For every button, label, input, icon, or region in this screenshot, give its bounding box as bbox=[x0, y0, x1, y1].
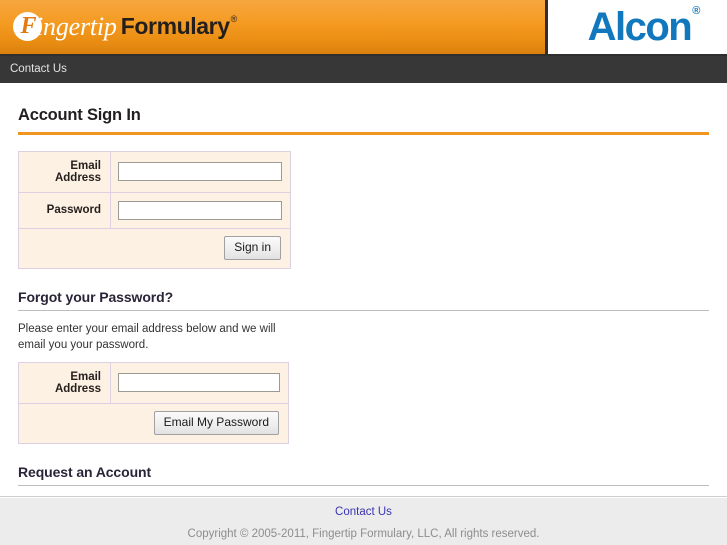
forgot-password-form: Email Address Email My Password bbox=[18, 361, 289, 444]
email-my-password-button[interactable]: Email My Password bbox=[153, 410, 279, 435]
page-root: F ingertip Formulary ® Alcon® Contact Us… bbox=[0, 0, 727, 545]
signin-password-input[interactable] bbox=[118, 200, 282, 220]
forgot-password-helper: Please enter your email address below an… bbox=[18, 322, 276, 351]
nav-item-contact-us[interactable]: Contact Us bbox=[0, 55, 77, 83]
logo-word-formulary: Formulary bbox=[120, 13, 230, 40]
signin-form: Email Address Password Sign in bbox=[18, 150, 291, 269]
logo-mark-letter: F bbox=[20, 12, 37, 39]
forgot-action-cell: Email My Password bbox=[18, 402, 289, 444]
sign-in-button[interactable]: Sign in bbox=[224, 235, 281, 260]
request-account-title: Request an Account bbox=[18, 463, 152, 480]
signin-email-row: Email Address bbox=[18, 150, 291, 193]
signin-password-label: Password bbox=[18, 191, 111, 229]
site-header: F ingertip Formulary ® Alcon® bbox=[0, 0, 727, 56]
site-footer: Contact Us Copyright © 2005-2011, Finger… bbox=[0, 495, 727, 545]
signin-action-row: Sign in bbox=[18, 227, 291, 269]
signin-password-cell bbox=[110, 191, 291, 229]
request-account-rule bbox=[18, 484, 709, 486]
forgot-email-cell bbox=[110, 361, 289, 404]
brand-panel: F ingertip Formulary ® bbox=[0, 0, 548, 54]
signin-password-row: Password bbox=[18, 191, 291, 229]
footer-copyright: Copyright © 2005-2011, Fingertip Formula… bbox=[187, 527, 540, 540]
logo-word-fingertip: ingertip bbox=[36, 11, 117, 41]
forgot-password-rule bbox=[18, 309, 709, 311]
forgot-password-title: Forgot your Password? bbox=[18, 288, 174, 305]
title-accent-rule bbox=[18, 131, 709, 135]
signin-email-input[interactable] bbox=[118, 162, 282, 182]
alcon-logo-text: Alcon bbox=[587, 4, 693, 49]
forgot-action-row: Email My Password bbox=[18, 402, 289, 444]
alcon-logo: Alcon® bbox=[587, 4, 701, 49]
partner-panel: Alcon® bbox=[548, 0, 727, 54]
signin-email-cell bbox=[110, 150, 291, 193]
logo-registered-mark: ® bbox=[230, 14, 238, 25]
page-title: Account Sign In bbox=[18, 105, 141, 124]
forgot-email-input[interactable] bbox=[118, 373, 280, 393]
main-content: Account Sign In Email Address Password S… bbox=[0, 83, 727, 496]
alcon-registered-mark: ® bbox=[692, 4, 701, 17]
footer-contact-us-link[interactable]: Contact Us bbox=[335, 506, 392, 518]
forgot-email-row: Email Address bbox=[18, 361, 289, 404]
fingertip-formulary-logo[interactable]: F ingertip Formulary ® bbox=[13, 10, 237, 44]
signin-action-cell: Sign in bbox=[18, 227, 291, 269]
forgot-email-label: Email Address bbox=[18, 361, 111, 404]
signin-email-label: Email Address bbox=[18, 150, 111, 193]
primary-navbar: Contact Us bbox=[0, 55, 727, 84]
